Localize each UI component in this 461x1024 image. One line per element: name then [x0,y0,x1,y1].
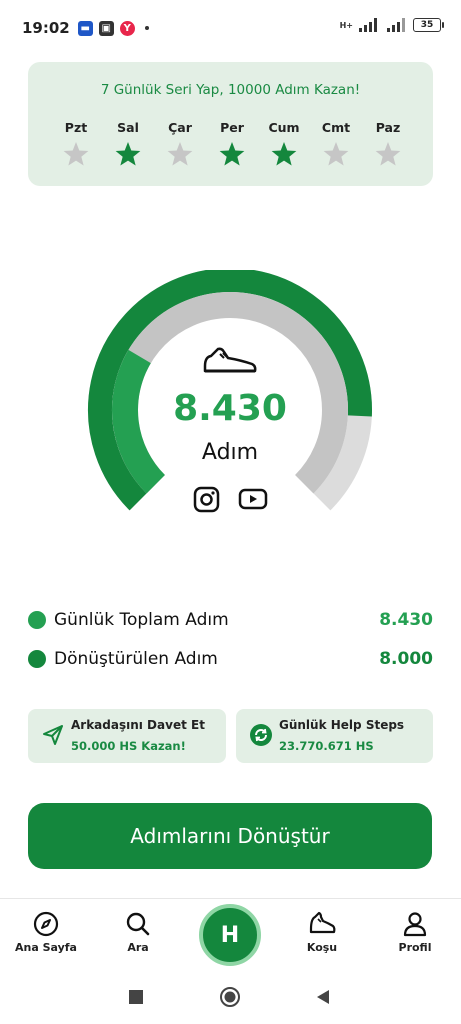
nav-run-label: Koşu [306,941,338,954]
convert-steps-button[interactable]: Adımlarını Dönüştür [28,803,432,869]
send-icon [43,725,63,745]
recent-apps-icon[interactable] [127,988,145,1006]
youtube-icon[interactable] [238,487,268,511]
step-unit: Adım [201,440,259,465]
streak-day-label: Pzt [64,120,88,135]
status-bar: 19:02 ▬ ▣ Y H+ 35 [0,0,461,56]
profile-icon [403,912,427,937]
converted-steps-row: Dönüştürülen Adım 8.000 [28,647,433,671]
invite-friend-card[interactable]: Arkadaşını Davet Et 50.000 HS Kazan! [28,709,226,763]
step-count: 8.430 [173,388,287,429]
notification-y-icon: Y [119,20,135,36]
total-steps-label: Günlük Toplam Adım [54,610,229,630]
network-type: H+ [339,20,353,30]
star-empty-icon [167,142,193,166]
helpsteps-logo: H [220,922,240,948]
compass-icon [33,911,59,937]
streak-day: Cum [262,120,306,168]
star-filled-icon [271,142,297,166]
nav-search-label: Ara [127,941,149,954]
back-icon[interactable] [314,988,332,1006]
streak-day-label: Cmt [321,120,351,135]
streak-day-label: Sal [117,120,139,135]
streak-card: 7 Günlük Seri Yap, 10000 Adım Kazan! Pzt… [28,62,433,186]
instagram-icon[interactable] [193,486,220,513]
status-indicators: H+ 35 [339,18,444,32]
star-empty-icon [323,142,349,166]
streak-day-label: Per [220,120,244,135]
streak-title: 7 Günlük Seri Yap, 10000 Adım Kazan! [100,82,361,98]
streak-day-label: Paz [375,120,401,135]
invite-subtitle: 50.000 HS Kazan! [71,739,186,753]
star-empty-icon [63,142,89,166]
shoe-icon [203,347,257,373]
home-circle-icon[interactable] [219,986,241,1008]
nav-home[interactable]: Ana Sayfa [11,911,81,954]
nav-home-label: Ana Sayfa [15,941,77,954]
help-steps-title: Günlük Help Steps [279,718,405,732]
star-empty-icon [375,142,401,166]
status-time: 19:02 [22,19,70,37]
invite-title: Arkadaşını Davet Et [71,718,205,732]
total-steps-dot [28,611,46,629]
system-navigation [0,974,461,1024]
streak-day: Çar [158,120,202,168]
signal-icon [359,18,377,32]
streak-day: Paz [366,120,410,168]
streak-day: Cmt [314,120,358,168]
streak-day: Per [210,120,254,168]
streak-day: Pzt [54,120,98,168]
notification-box-icon: ▣ [98,20,114,36]
streak-day-label: Cum [268,120,300,135]
total-steps-row: Günlük Toplam Adım 8.430 [28,608,433,632]
converted-steps-value: 8.000 [379,649,433,669]
total-steps-value: 8.430 [379,610,433,630]
star-filled-icon [115,142,141,166]
signal-icon-2 [387,18,405,32]
notification-dot [144,26,149,30]
help-steps-subtitle: 23.770.671 HS [279,739,374,753]
converted-steps-label: Dönüştürülen Adım [54,649,218,669]
search-icon [126,912,150,936]
nav-run[interactable]: Koşu [287,911,357,954]
converted-steps-dot [28,650,46,668]
star-filled-icon [219,142,245,166]
streak-day: Sal [106,120,150,168]
refresh-icon [250,724,272,746]
running-shoe-icon [309,911,336,934]
helpsteps-home-button[interactable]: H [199,904,261,966]
battery-icon: 35 [413,18,444,32]
streak-day-label: Çar [168,120,192,135]
nav-profile-label: Profil [398,941,432,954]
nav-search[interactable]: Ara [103,911,173,954]
notification-app-icon: ▬ [77,20,93,36]
nav-profile[interactable]: Profil [380,911,450,954]
help-steps-card[interactable]: Günlük Help Steps 23.770.671 HS [236,709,433,763]
